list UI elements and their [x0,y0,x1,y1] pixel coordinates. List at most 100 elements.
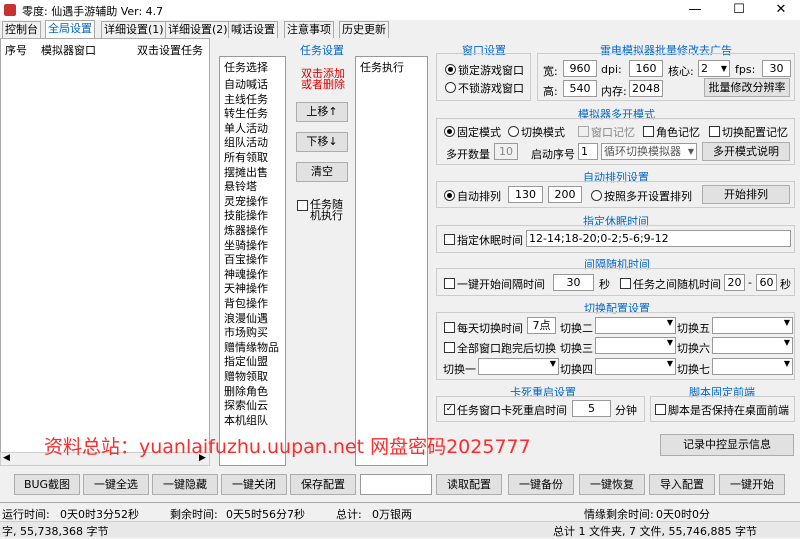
task-exec-list[interactable]: 任务执行 [355,56,428,466]
switch-4-select[interactable]: ▼ [595,358,676,375]
start-index-input[interactable]: 1 [578,143,598,160]
task-list-item[interactable]: 所有领取 [224,149,268,165]
tab-detail-1[interactable]: 详细设置(1) [101,21,167,38]
task-list-item[interactable]: 本机组队 [224,412,268,428]
task-list-item[interactable]: 炼器操作 [224,222,268,238]
tab-history[interactable]: 历史更新 [339,21,389,38]
task-list-item[interactable]: 背包操作 [224,295,268,311]
move-up-button[interactable]: 上移↑ [296,102,348,122]
switch-config-memory-checkbox[interactable] [709,126,720,137]
tab-console[interactable]: 控制台 [2,21,41,38]
select-all-button[interactable]: 一键全选 [83,474,149,495]
hide-all-button[interactable]: 一键隐藏 [152,474,218,495]
fixed-mode-radio[interactable] [444,126,455,137]
random-min-input[interactable]: 20 [724,274,745,291]
save-config-button[interactable]: 保存配置 [290,474,356,495]
arrange-x-input[interactable]: 130 [508,186,543,203]
start-arrange-button[interactable]: 开始排列 [702,185,790,204]
window-memory-checkbox[interactable] [578,126,589,137]
task-list-item[interactable]: 悬铃塔 [224,178,257,194]
task-list-item[interactable]: 单人活动 [224,120,268,136]
stuck-restart-input[interactable]: 5 [572,400,611,417]
close-button[interactable]: ✕ [758,0,800,20]
switch-5-select[interactable]: ▼ [712,317,793,334]
col-emulator-window[interactable]: 模拟器窗口 [41,42,96,58]
all-done-switch-checkbox[interactable] [444,342,455,353]
multi-mode-help-button[interactable]: 多开模式说明 [702,142,790,161]
switch-1-select[interactable]: ▼ [478,358,559,375]
scroll-left-icon[interactable]: ◀ [3,453,10,463]
clear-button[interactable]: 清空 [296,162,348,182]
task-list-item[interactable]: 摆摊出售 [224,164,268,180]
task-list-item[interactable]: 转生任务 [224,105,268,121]
width-input[interactable]: 960 [563,60,597,77]
close-all-button[interactable]: 一键关闭 [221,474,287,495]
task-list-item[interactable]: 指定仙盟 [224,353,268,369]
tab-global-settings[interactable]: 全局设置 [45,20,95,38]
load-config-button[interactable]: 读取配置 [436,474,502,495]
log-display-button[interactable]: 记录中控显示信息 [660,434,794,456]
tab-detail-2[interactable]: 详细设置(2) [165,21,231,38]
maximize-button[interactable]: ☐ [716,0,762,20]
arrange-y-input[interactable]: 200 [548,186,582,203]
task-list-item[interactable]: 百宝操作 [224,251,268,267]
switch-7-select[interactable]: ▼ [712,358,793,375]
task-list-item[interactable]: 浪漫仙遇 [224,310,268,326]
onekey-interval-checkbox[interactable] [444,278,455,289]
task-list-item[interactable]: 技能操作 [224,207,268,223]
task-select-list[interactable]: 任务选择 自动喊话 主线任务 转生任务 单人活动 组队活动 所有领取 摆摊出售 悬铃塔 灵宠操作… [219,56,286,466]
restore-button[interactable]: 一键恢复 [579,474,645,495]
col-set-task[interactable]: 双击设置任务 [137,42,203,58]
random-exec-checkbox[interactable] [297,200,308,211]
onekey-interval-input[interactable]: 30 [553,274,594,291]
script-front-checkbox[interactable] [655,404,666,415]
task-list-item[interactable]: 删除角色 [224,383,268,399]
auto-arrange-radio[interactable] [444,190,455,201]
batch-resolution-button[interactable]: 批量修改分辨率 [704,78,790,97]
move-down-button[interactable]: 下移↓ [296,132,348,152]
task-list-item[interactable]: 市场购买 [224,324,268,340]
role-memory-checkbox[interactable] [643,126,654,137]
emulator-table[interactable]: 序号 模拟器窗口 双击设置任务 [0,38,210,466]
col-index[interactable]: 序号 [5,42,27,58]
minimize-button[interactable]: — [672,0,718,20]
tab-shout-settings[interactable]: 喊话设置 [228,21,278,38]
tab-notes[interactable]: 注意事项 [284,21,334,38]
sleep-time-checkbox[interactable] [444,234,455,245]
multi-count-input[interactable]: 10 [494,143,518,160]
memory-input[interactable]: 2048 [629,80,663,97]
arrange-by-multi-radio[interactable] [591,190,602,201]
task-list-item[interactable]: 灵宠操作 [224,193,268,209]
daily-switch-checkbox[interactable] [444,322,455,333]
task-list-item[interactable]: 神魂操作 [224,266,268,282]
daily-switch-input[interactable]: 7点 [527,317,556,334]
start-all-button[interactable]: 一键开始 [719,474,785,495]
lock-window-radio[interactable] [445,64,456,75]
import-config-button[interactable]: 导入配置 [649,474,715,495]
stuck-restart-checkbox[interactable]: ✓ [444,404,455,415]
dpi-input[interactable]: 160 [629,60,663,77]
core-select[interactable]: 2 ▼ [698,60,730,77]
backup-button[interactable]: 一键备份 [508,474,574,495]
config-name-input[interactable] [360,474,432,495]
sleep-time-input[interactable]: 12-14;18-20;0-2;5-6;9-12 [526,230,791,247]
switch-mode-radio[interactable] [508,126,519,137]
multi-mode-select[interactable]: 循环切换模拟器 ▼ [601,143,697,160]
switch-3-select[interactable]: ▼ [595,337,676,354]
task-random-checkbox[interactable] [620,278,631,289]
bug-screenshot-button[interactable]: BUG截图 [14,474,80,495]
random-max-input[interactable]: 60 [756,274,777,291]
task-list-item[interactable]: 探索仙云 [224,397,268,413]
task-list-item[interactable]: 组队活动 [224,134,268,150]
unlock-window-radio[interactable] [445,82,456,93]
task-list-item[interactable]: 坐骑操作 [224,237,268,253]
height-input[interactable]: 540 [563,80,597,97]
task-list-item[interactable]: 赠情缘物品 [224,339,279,355]
task-list-item[interactable]: 主线任务 [224,91,268,107]
switch-2-select[interactable]: ▼ [595,317,676,334]
fps-input[interactable]: 30 [762,60,791,77]
task-list-item[interactable]: 赠物领取 [224,368,268,384]
task-list-item[interactable]: 天神操作 [224,280,268,296]
task-list-item[interactable]: 自动喊话 [224,76,268,92]
switch-6-select[interactable]: ▼ [712,337,793,354]
